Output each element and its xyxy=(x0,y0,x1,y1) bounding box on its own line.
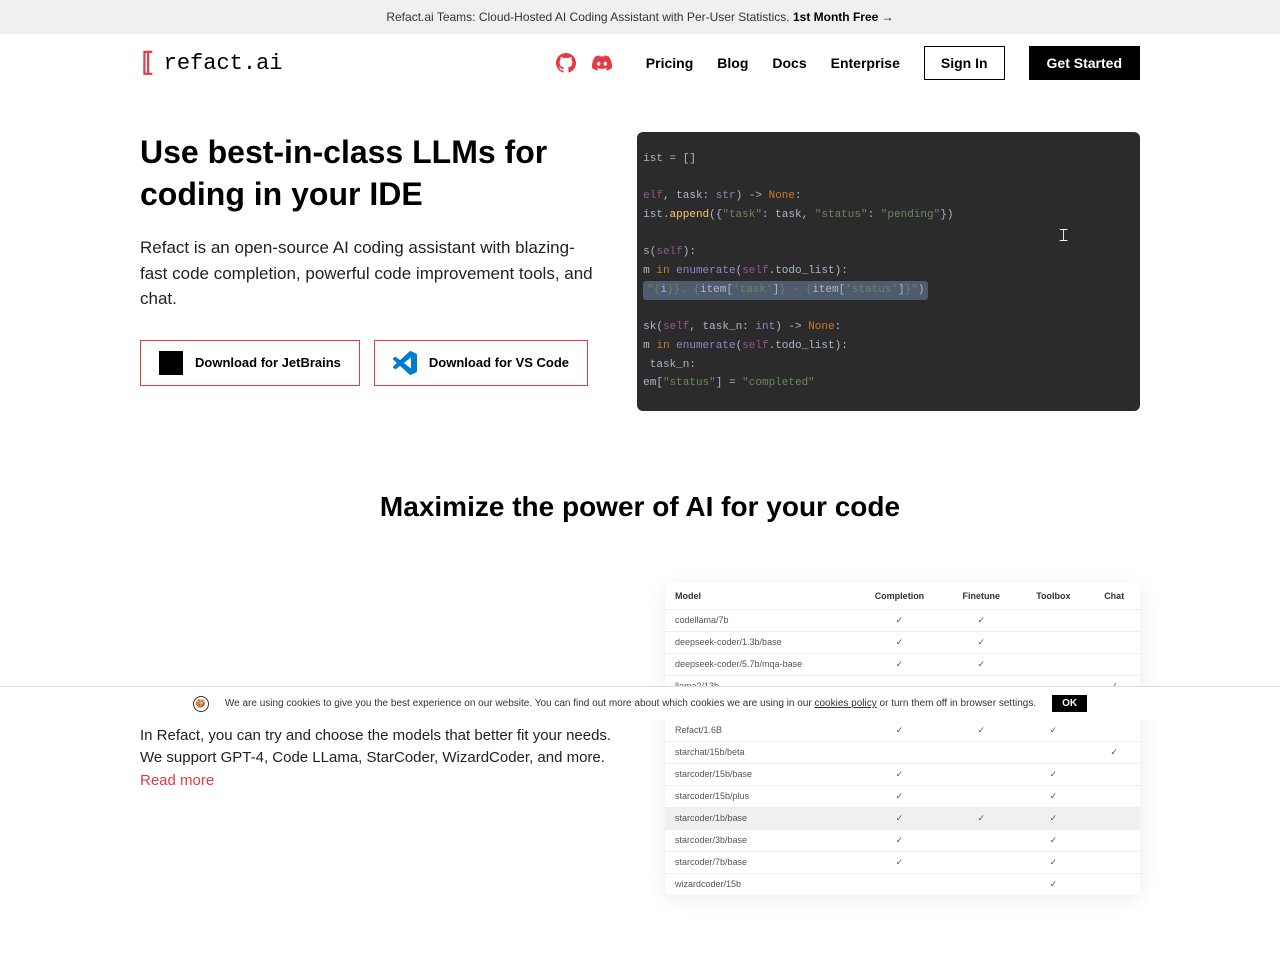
nav-enterprise[interactable]: Enterprise xyxy=(831,55,900,71)
nav-blog[interactable]: Blog xyxy=(717,55,748,71)
download-jetbrains-button[interactable]: Download for JetBrains xyxy=(140,340,360,386)
table-row: starcoder/7b/base✓✓ xyxy=(665,851,1140,873)
hero-code-preview: ist = [] elf, task: str) -> None: ist.ap… xyxy=(637,132,1140,411)
getstarted-button[interactable]: Get Started xyxy=(1029,46,1140,80)
download-vscode-button[interactable]: Download for VS Code xyxy=(374,340,588,386)
banner-cta: 1st Month Free → xyxy=(793,10,894,24)
read-more-link[interactable]: Read more xyxy=(140,772,214,789)
download-jetbrains-label: Download for JetBrains xyxy=(195,355,341,370)
model-table: ModelCompletionFinetuneToolboxChatcodell… xyxy=(665,583,1140,895)
logo[interactable]: ⟦ refact.ai xyxy=(140,48,282,79)
text-cursor-icon: 𝙸 xyxy=(1057,222,1070,253)
header: ⟦ refact.ai Pricing Blog Docs Enterprise… xyxy=(140,34,1140,92)
table-row: starcoder/15b/plus✓✓ xyxy=(665,785,1140,807)
table-row: deepseek-coder/5.7b/mqa-base✓✓ xyxy=(665,653,1140,675)
hero-section: Use best-in-class LLMs for coding in you… xyxy=(140,132,1140,411)
hero-title: Use best-in-class LLMs for coding in you… xyxy=(140,132,597,215)
table-row: codellama/7b✓✓ xyxy=(665,609,1140,631)
discord-icon[interactable] xyxy=(592,53,612,73)
vscode-icon xyxy=(393,351,417,375)
table-row: Refact/1.6B✓✓✓ xyxy=(665,719,1140,741)
cookie-ok-button[interactable]: OK xyxy=(1052,695,1087,712)
social-icons xyxy=(556,53,612,73)
cookie-policy-link[interactable]: cookies policy xyxy=(815,698,877,709)
logo-icon: ⟦ xyxy=(140,48,156,79)
nav-docs[interactable]: Docs xyxy=(772,55,806,71)
feature-description: In Refact, you can try and choose the mo… xyxy=(140,725,615,793)
jetbrains-icon xyxy=(159,351,183,375)
table-row: starcoder/1b/base✓✓✓ xyxy=(665,807,1140,829)
top-banner[interactable]: Refact.ai Teams: Cloud-Hosted AI Coding … xyxy=(0,0,1280,34)
download-vscode-label: Download for VS Code xyxy=(429,355,569,370)
hero-description: Refact is an open-source AI coding assis… xyxy=(140,235,597,312)
download-buttons: Download for JetBrains Download for VS C… xyxy=(140,340,597,386)
github-icon[interactable] xyxy=(556,53,576,73)
table-row: starcoder/15b/base✓✓ xyxy=(665,763,1140,785)
cookie-banner: 🍪 We are using cookies to give you the b… xyxy=(0,686,1280,720)
main-nav: Pricing Blog Docs Enterprise Sign In Get… xyxy=(556,46,1140,80)
cookie-icon: 🍪 xyxy=(193,696,209,712)
banner-text: Refact.ai Teams: Cloud-Hosted AI Coding … xyxy=(386,10,793,24)
logo-text: refact.ai xyxy=(164,51,283,76)
code-editor-preview: ist = [] elf, task: str) -> None: ist.ap… xyxy=(637,132,1140,411)
cookie-text: We are using cookies to give you the bes… xyxy=(225,698,1036,709)
hero-content: Use best-in-class LLMs for coding in you… xyxy=(140,132,597,386)
table-row: starchat/15b/beta✓ xyxy=(665,741,1140,763)
feature-image: ModelCompletionFinetuneToolboxChatcodell… xyxy=(665,583,1140,895)
table-row: wizardcoder/15b✓ xyxy=(665,873,1140,895)
section-title: Maximize the power of AI for your code xyxy=(0,491,1280,523)
table-row: starcoder/3b/base✓✓ xyxy=(665,829,1140,851)
signin-button[interactable]: Sign In xyxy=(924,46,1005,80)
feature-section: Choose the right code LLM for your needs… xyxy=(140,583,1140,895)
nav-pricing[interactable]: Pricing xyxy=(646,55,693,71)
table-row: deepseek-coder/1.3b/base✓✓ xyxy=(665,631,1140,653)
